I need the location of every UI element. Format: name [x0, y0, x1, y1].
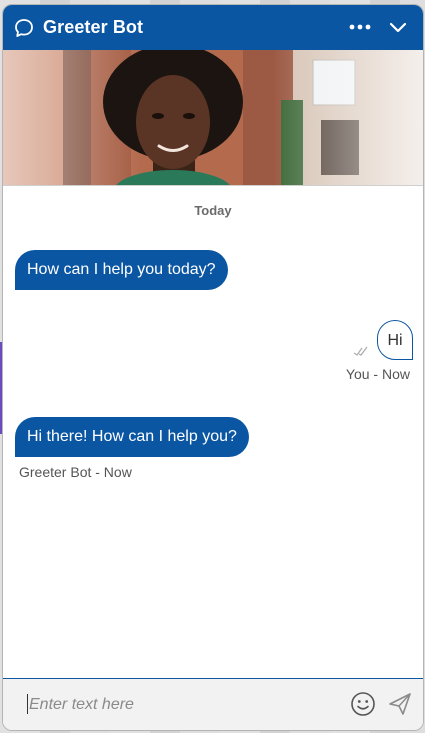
- chat-bubble-icon: [13, 17, 35, 39]
- message-composer: [3, 678, 423, 730]
- more-options-button[interactable]: [347, 15, 373, 39]
- smiley-icon: [351, 692, 375, 716]
- user-message-meta: You - Now: [345, 366, 410, 382]
- day-separator: Today: [194, 203, 232, 218]
- user-message-bubble: Hi: [377, 320, 413, 360]
- more-horizontal-icon: [349, 24, 371, 30]
- chevron-down-icon: [389, 22, 407, 33]
- bot-message-bubble: How can I help you today?: [15, 250, 228, 290]
- message-list: Today How can I help you today? Hi You -…: [3, 186, 423, 681]
- send-icon: [389, 693, 411, 715]
- emoji-button[interactable]: [350, 691, 376, 717]
- hero-image: [3, 50, 423, 186]
- chat-widget: Greeter Bot Today How can I help you tod…: [2, 4, 424, 731]
- bot-message-meta: Greeter Bot - Now: [19, 464, 132, 480]
- double-check-icon: [353, 346, 368, 356]
- send-button[interactable]: [387, 691, 413, 717]
- bot-message-bubble: Hi there! How can I help you?: [15, 417, 249, 457]
- person-photo: [3, 50, 423, 185]
- message-input[interactable]: [27, 691, 331, 719]
- chat-title: Greeter Bot: [43, 17, 144, 37]
- collapse-button[interactable]: [385, 15, 411, 39]
- chat-header: Greeter Bot: [3, 5, 423, 50]
